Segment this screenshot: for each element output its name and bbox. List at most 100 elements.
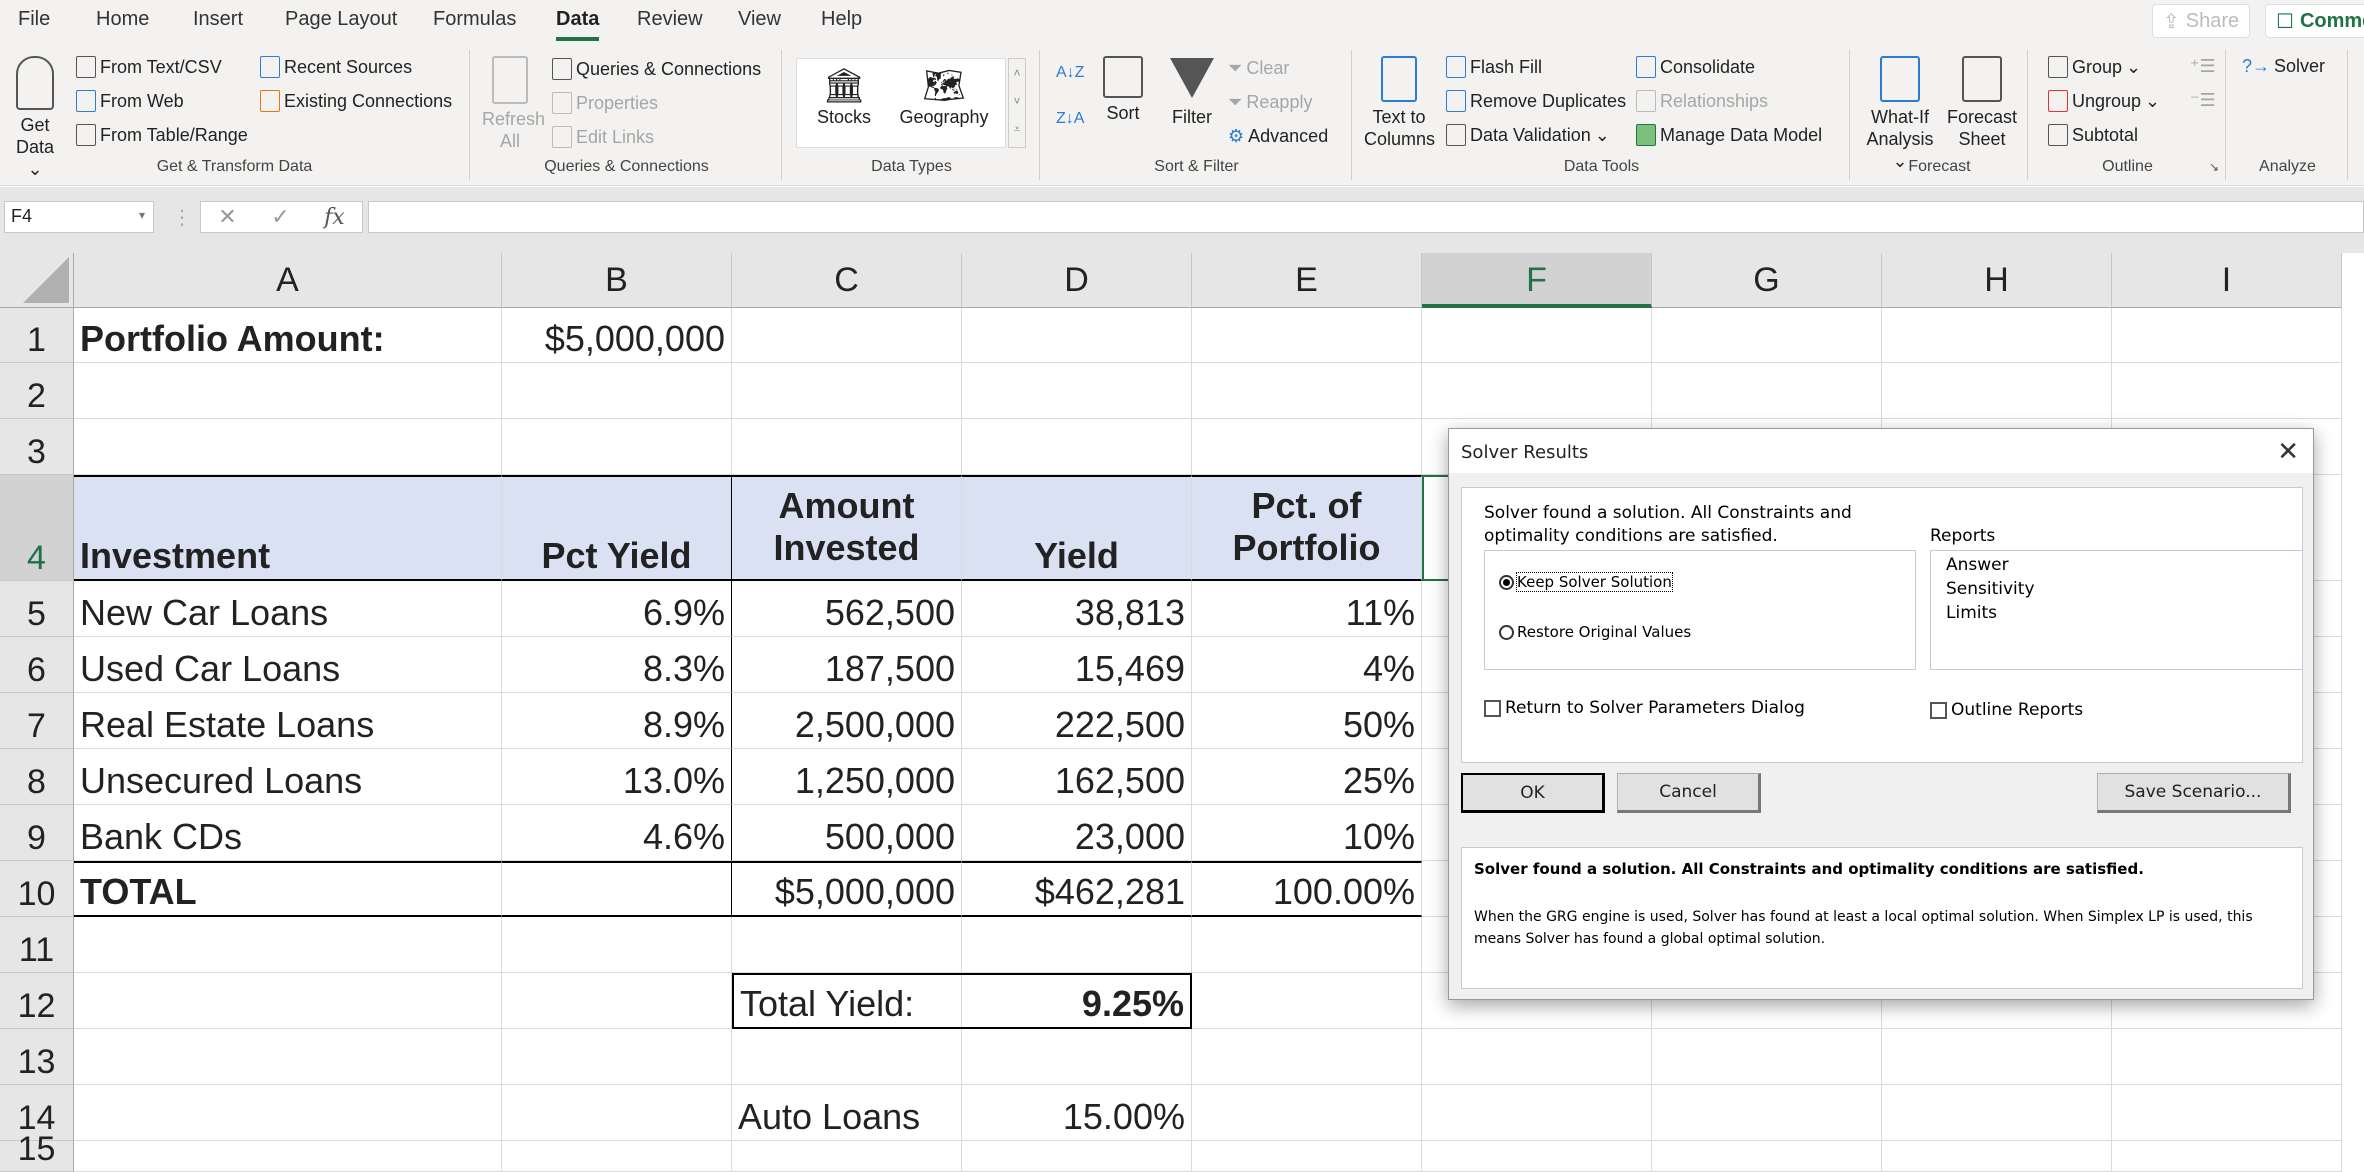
cell[interactable]	[1882, 1085, 2112, 1141]
report-item[interactable]: Sensitivity	[1946, 577, 2035, 601]
row-header-15[interactable]: 15	[0, 1130, 74, 1172]
total-label[interactable]: TOTAL	[74, 861, 502, 917]
tab-data[interactable]: Data	[556, 8, 600, 41]
cell[interactable]	[74, 363, 502, 419]
cell[interactable]	[962, 363, 1192, 419]
data-validation-button[interactable]: Data Validation ⌄	[1446, 124, 1610, 146]
sort-ascending-button[interactable]: A↓Z	[1056, 64, 1084, 82]
cell[interactable]	[2112, 1029, 2342, 1085]
investment-amount[interactable]: 562,500	[732, 581, 962, 637]
row-header-13[interactable]: 13	[0, 1029, 74, 1085]
tab-insert[interactable]: Insert	[193, 8, 243, 31]
cell[interactable]	[1192, 363, 1422, 419]
investment-pct-yield[interactable]: 4.6%	[502, 805, 732, 861]
remove-duplicates-button[interactable]: Remove Duplicates	[1446, 90, 1626, 112]
tab-formulas[interactable]: Formulas	[433, 8, 516, 31]
row-header-9[interactable]: 9	[0, 805, 74, 861]
select-all-button[interactable]	[0, 253, 74, 308]
cell[interactable]	[732, 363, 962, 419]
ungroup-button[interactable]: Ungroup ⌄	[2048, 90, 2160, 112]
cell[interactable]	[1422, 1141, 1652, 1172]
column-header-h[interactable]: H	[1882, 253, 2112, 308]
cell[interactable]	[1652, 1085, 1882, 1141]
filter-button[interactable]: Filter	[1162, 56, 1222, 128]
name-box[interactable]: F4 ▾	[4, 201, 154, 233]
total-yield[interactable]: $462,281	[962, 861, 1192, 917]
edit-links-button[interactable]: Edit Links	[552, 126, 654, 148]
investment-yield[interactable]: 38,813	[962, 581, 1192, 637]
cell[interactable]	[732, 1029, 962, 1085]
row-header-10[interactable]: 10	[0, 861, 74, 917]
tab-page-layout[interactable]: Page Layout	[285, 8, 397, 31]
queries-connections-button[interactable]: Queries & Connections	[552, 58, 761, 80]
investment-pct-yield[interactable]: 8.9%	[502, 693, 732, 749]
keep-solution-radio[interactable]: Keep Solver Solution	[1499, 572, 1673, 592]
cell[interactable]	[502, 363, 732, 419]
investment-pct-portfolio[interactable]: 25%	[1192, 749, 1422, 805]
stocks-button[interactable]: 🏛 Stocks	[804, 66, 884, 128]
cell[interactable]	[732, 308, 962, 363]
column-header-i[interactable]: I	[2112, 253, 2342, 308]
column-header-b[interactable]: B	[502, 253, 732, 308]
gallery-scroll[interactable]: ˄ ˅ ⩡	[1008, 58, 1026, 148]
total-amount[interactable]: $5,000,000	[732, 861, 962, 917]
advanced-filter-button[interactable]: ⚙ Advanced	[1228, 126, 1328, 147]
cell[interactable]	[962, 1029, 1192, 1085]
cell[interactable]	[502, 1085, 732, 1141]
from-table-range-button[interactable]: From Table/Range	[76, 124, 248, 146]
column-header-f[interactable]: F	[1422, 253, 1652, 308]
header-investment[interactable]: Investment	[74, 475, 502, 581]
cell[interactable]	[2112, 1085, 2342, 1141]
cell[interactable]	[1192, 1085, 1422, 1141]
forecast-sheet-button[interactable]: Forecast Sheet	[1944, 56, 2020, 150]
from-text-csv-button[interactable]: From Text/CSV	[76, 56, 222, 78]
reports-listbox[interactable]: Answer Sensitivity Limits	[1930, 550, 2303, 670]
investment-pct-portfolio[interactable]: 11%	[1192, 581, 1422, 637]
solver-button[interactable]: ?→ Solver	[2242, 56, 2325, 77]
recent-sources-button[interactable]: Recent Sources	[260, 56, 412, 78]
investment-yield[interactable]: 222,500	[962, 693, 1192, 749]
cell[interactable]	[74, 917, 502, 973]
cell[interactable]	[962, 308, 1192, 363]
investment-amount[interactable]: 2,500,000	[732, 693, 962, 749]
tab-file[interactable]: File	[18, 8, 50, 31]
refresh-all-button[interactable]: Refresh All	[482, 56, 545, 152]
row-header-11[interactable]: 11	[0, 917, 74, 973]
hide-detail-button[interactable]: ⁻☰	[2190, 90, 2216, 111]
investment-yield[interactable]: 23,000	[962, 805, 1192, 861]
row-header-12[interactable]: 12	[0, 973, 74, 1029]
report-item[interactable]: Answer	[1946, 553, 2009, 577]
drag-handle-icon[interactable]: ⋮	[172, 205, 192, 230]
cell[interactable]	[1882, 1029, 2112, 1085]
cell[interactable]	[1192, 917, 1422, 973]
cell[interactable]	[1192, 1029, 1422, 1085]
cell[interactable]	[502, 1141, 732, 1172]
cell[interactable]	[1882, 1141, 2112, 1172]
tab-view[interactable]: View	[738, 8, 781, 31]
header-amount-invested[interactable]: Amount Invested	[732, 475, 962, 581]
investment-amount[interactable]: 1,250,000	[732, 749, 962, 805]
row-header-8[interactable]: 8	[0, 749, 74, 805]
cell[interactable]	[962, 917, 1192, 973]
cell[interactable]	[732, 917, 962, 973]
cell[interactable]	[1192, 973, 1422, 1029]
column-header-e[interactable]: E	[1192, 253, 1422, 308]
investment-yield[interactable]: 15,469	[962, 637, 1192, 693]
from-web-button[interactable]: From Web	[76, 90, 184, 112]
cell[interactable]	[74, 973, 502, 1029]
cancel-button[interactable]: Cancel	[1617, 773, 1761, 813]
cell[interactable]	[2112, 363, 2342, 419]
cell[interactable]	[2112, 1141, 2342, 1172]
investment-yield[interactable]: 162,500	[962, 749, 1192, 805]
cell[interactable]	[1652, 1029, 1882, 1085]
row-header-1[interactable]: 1	[0, 308, 74, 363]
auto-loans-value[interactable]: 15.00%	[962, 1085, 1192, 1141]
restore-values-radio[interactable]: Restore Original Values	[1499, 623, 1691, 641]
geography-button[interactable]: 🗺 Geography	[894, 66, 994, 128]
outline-reports-checkbox[interactable]: Outline Reports	[1930, 700, 2083, 720]
investment-name[interactable]: Bank CDs	[74, 805, 502, 861]
row-header-3[interactable]: 3	[0, 419, 74, 475]
cell[interactable]	[1422, 1085, 1652, 1141]
total-blank[interactable]	[502, 861, 732, 917]
row-header-4[interactable]: 4	[0, 475, 74, 581]
